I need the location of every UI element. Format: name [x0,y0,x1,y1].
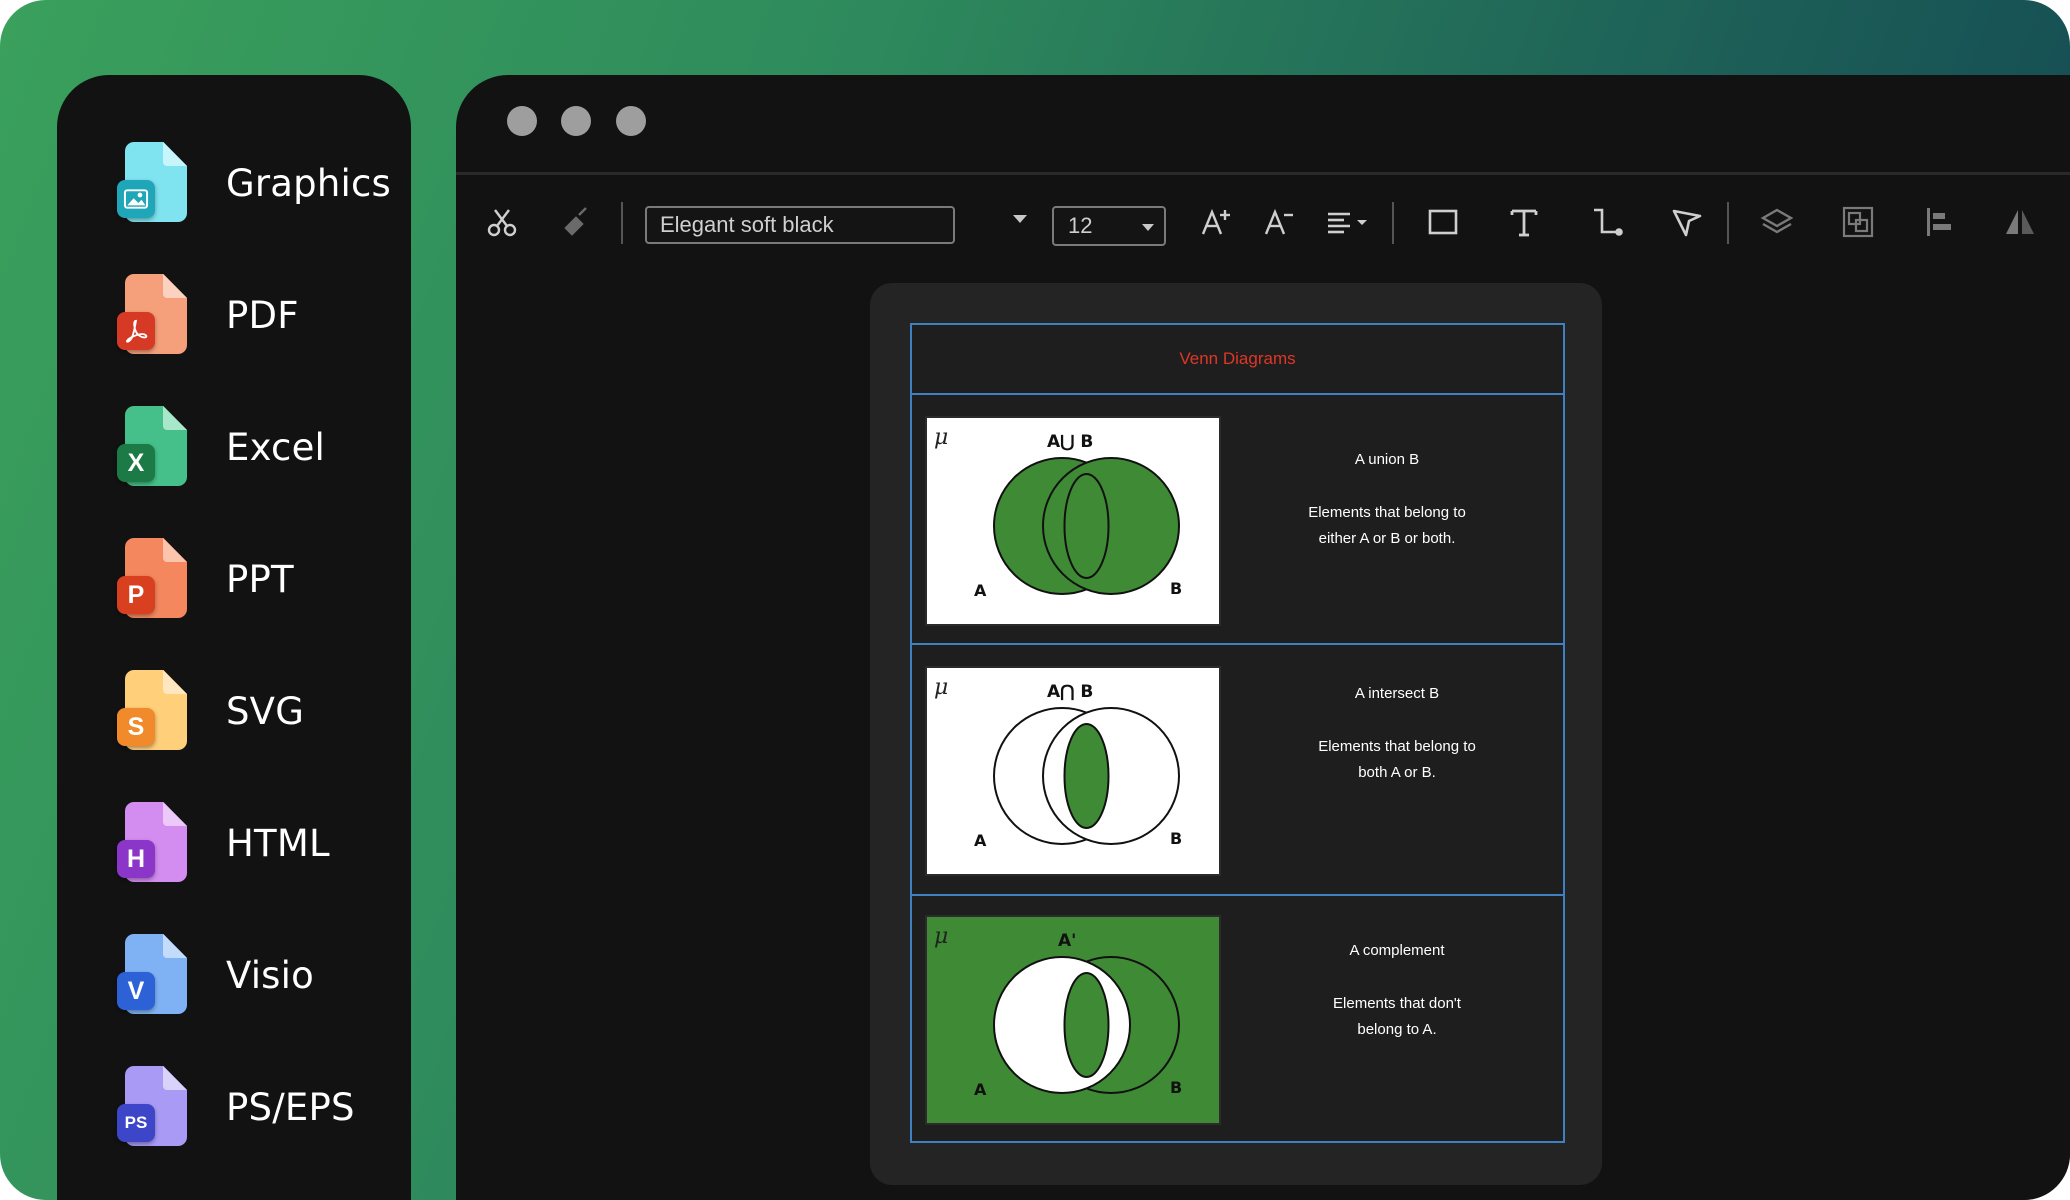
sidebar-item-visio[interactable]: V Visio [117,930,407,1020]
format-painter-icon[interactable] [554,200,598,244]
description-line: Elements that belong to [1318,738,1476,755]
window-close-dot[interactable] [507,106,537,136]
description-line: either A or B or both. [1318,530,1456,547]
font-size-select[interactable]: 12 [1052,206,1166,246]
pointer-icon[interactable] [1665,200,1709,244]
pdf-file-icon [117,274,187,356]
increase-font-icon[interactable] [1194,200,1238,244]
description-line: Elements that don't [1333,995,1461,1012]
venn-diagram[interactable]: μ A⋃ B A B [925,416,1221,626]
set-operation-name: A intersect B [1354,685,1440,702]
toolbar-divider [1727,202,1729,244]
toolbar-divider [621,202,623,244]
excel-file-icon: X [117,406,187,488]
venn-diagram[interactable]: μ A⋂ B A B [925,666,1221,876]
toolbar-divider [1392,202,1394,244]
diagram-title: Venn Diagrams [912,325,1563,395]
font-name-input[interactable]: Elegant soft black [645,206,955,244]
sidebar-item-label: Visio [226,953,314,997]
editor-window: Elegant soft black 12 Venn Diagrams μ A⋃… [456,75,2070,1200]
set-b-label: B [1170,579,1182,598]
text-icon[interactable] [1502,200,1546,244]
app-background: Graphics PDF X Excel P PPT S SVG H HTML V Visio PS PS… [0,0,2070,1200]
set-a-label: A [974,581,987,600]
font-size-value: 12 [1068,213,1093,238]
flip-icon[interactable] [1998,200,2042,244]
sidebar-item-label: SVG [226,689,305,733]
sidebar-item-html[interactable]: H HTML [117,798,407,888]
visio-file-icon: V [117,934,187,1016]
export-format-sidebar: Graphics PDF X Excel P PPT S SVG H HTML V Visio PS PS… [57,75,411,1200]
venn-diagram-table[interactable]: Venn Diagrams μ A⋃ B A B A union B Eleme… [910,323,1565,1143]
set-b-label: B [1170,829,1182,848]
set-operation-name: A union B [1354,451,1420,468]
connector-icon[interactable] [1584,200,1628,244]
universe-symbol: μ [934,425,948,450]
venn-row[interactable]: μ A⋃ B A B A union B Elements that belon… [912,395,1563,645]
ps-eps-file-icon: PS [117,1066,187,1148]
sidebar-item-label: Excel [226,425,326,469]
cut-icon[interactable] [480,200,524,244]
venn-diagram[interactable]: μ A' A B [925,915,1221,1125]
sidebar-item-pdf[interactable]: PDF [117,270,407,360]
group-icon[interactable] [1836,200,1880,244]
universe-symbol: μ [934,675,948,700]
set-operation-name: A complement [1349,942,1445,959]
description-line: both A or B. [1358,764,1436,781]
set-label: A' [1058,931,1076,951]
svg-file-icon: S [117,670,187,752]
sidebar-item-ppt[interactable]: P PPT [117,534,407,624]
venn-row[interactable]: μ A⋂ B A B A intersect B Elements that b… [912,645,1563,896]
text-align-dropdown-icon[interactable] [1320,200,1376,244]
drawing-canvas[interactable]: Venn Diagrams μ A⋃ B A B A union B Eleme… [870,283,1602,1185]
set-label: A⋃ B [1047,432,1093,452]
font-name-value: Elegant soft black [660,212,834,237]
align-left-icon[interactable] [1917,200,1961,244]
window-maximize-dot[interactable] [616,106,646,136]
window-minimize-dot[interactable] [561,106,591,136]
sidebar-item-graphics[interactable]: Graphics [117,138,407,228]
sidebar-item-label: PS/EPS [226,1085,355,1129]
venn-row[interactable]: μ A' A B A complement Elements that don'… [912,896,1563,1145]
sidebar-item-svg[interactable]: S SVG [117,666,407,756]
font-dropdown-chevron-icon[interactable] [1013,215,1027,223]
layers-icon[interactable] [1755,200,1799,244]
html-file-icon: H [117,802,187,884]
sidebar-item-label: HTML [226,821,330,865]
ppt-file-icon: P [117,538,187,620]
set-a-label: A [974,831,987,850]
set-a-label: A [974,1080,987,1099]
sidebar-item-pseps[interactable]: PS PS/EPS [117,1062,407,1152]
universe-symbol: μ [934,924,948,949]
description-line: Elements that belong to [1308,504,1466,521]
venn-description: A union B Elements that belong to either… [1237,447,1537,552]
font-size-chevron-icon [1142,224,1154,231]
rectangle-icon[interactable] [1421,200,1465,244]
venn-description: A intersect B Elements that belong to bo… [1247,681,1547,786]
sidebar-item-label: PDF [226,293,299,337]
sidebar-item-excel[interactable]: X Excel [117,402,407,492]
decrease-font-icon[interactable] [1257,200,1301,244]
venn-description: A complement Elements that don't belong … [1247,938,1547,1043]
sidebar-item-label: PPT [226,557,294,601]
image-file-icon [117,142,187,224]
titlebar-divider [456,172,2070,175]
description-line: belong to A. [1357,1021,1437,1038]
set-label: A⋂ B [1047,682,1093,702]
set-b-label: B [1170,1078,1182,1097]
sidebar-item-label: Graphics [226,161,391,205]
